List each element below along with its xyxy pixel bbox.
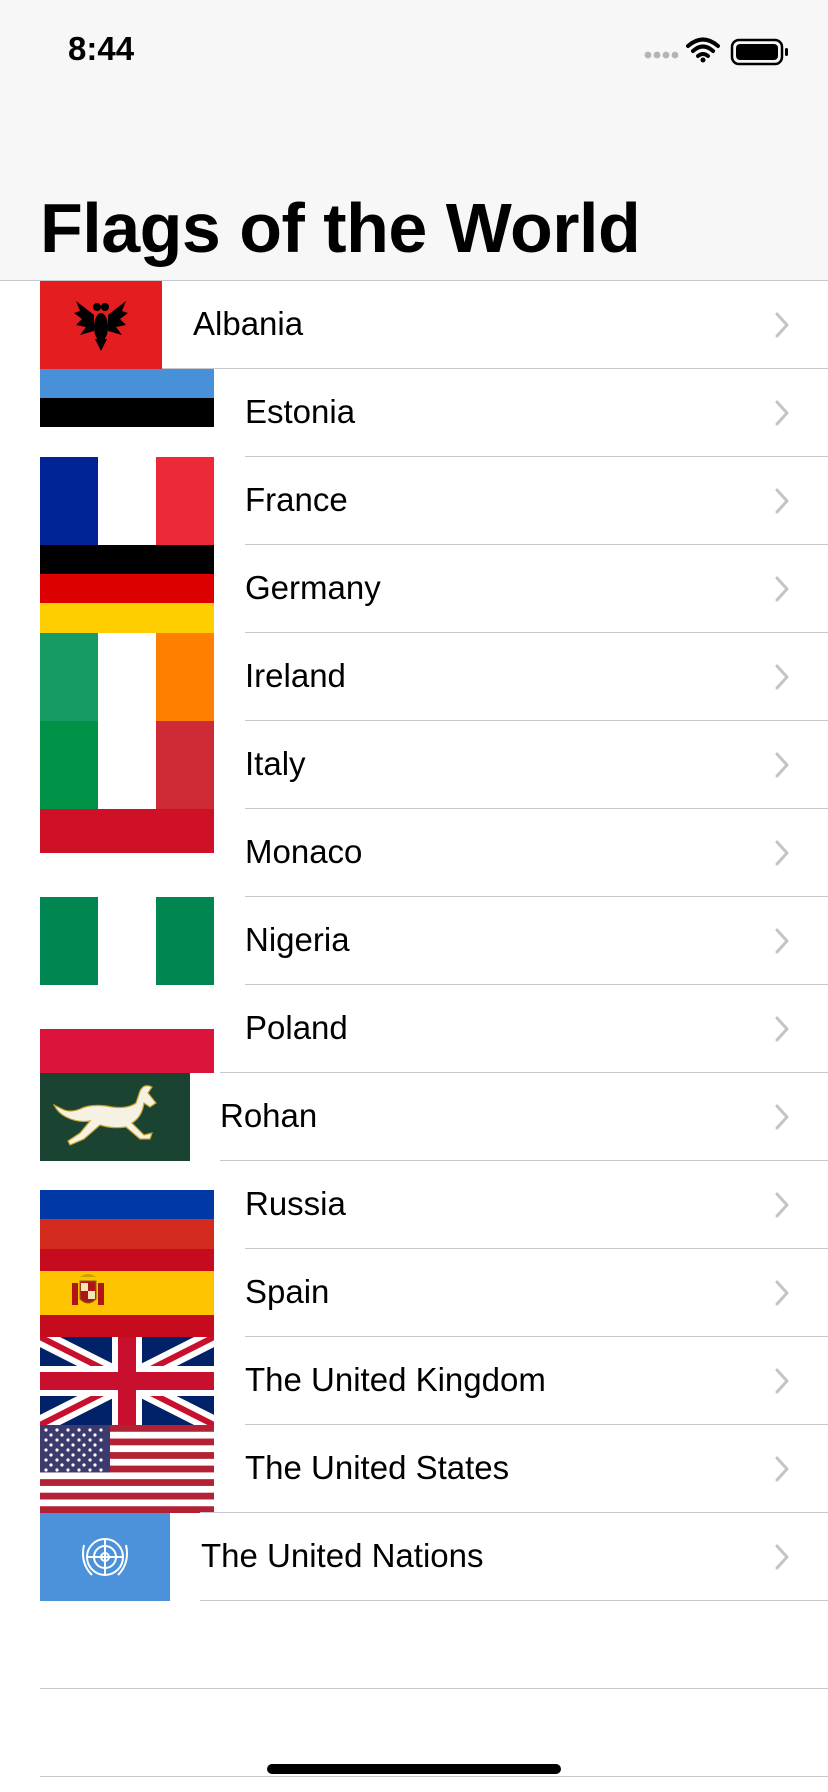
country-name: Italy (245, 745, 306, 782)
albania-flag (40, 281, 162, 369)
country-name: Spain (245, 1273, 330, 1310)
list-item-rohan[interactable]: Rohan (0, 1073, 828, 1161)
chevron-right-icon (775, 1544, 789, 1570)
navigation-bar: 8:44 Flags of the World (0, 0, 828, 281)
country-name: Ireland (245, 657, 346, 694)
list-item-nigeria[interactable]: Nigeria (0, 897, 828, 985)
chevron-right-icon (775, 928, 789, 954)
russia-flag (40, 1161, 214, 1249)
country-name: The United Nations (201, 1537, 484, 1574)
battery-icon (730, 38, 788, 66)
page-title: Flags of the World (40, 189, 641, 267)
empty-row-separator (40, 1688, 828, 1689)
chevron-right-icon (775, 312, 789, 338)
country-name: Russia (245, 1185, 346, 1222)
list-item-estonia[interactable]: Estonia (0, 369, 828, 457)
list-item-france[interactable]: France (0, 457, 828, 545)
list-item-albania[interactable]: Albania (0, 281, 828, 369)
chevron-right-icon (775, 1192, 789, 1218)
monaco-flag (40, 809, 214, 897)
country-name: Estonia (245, 393, 356, 430)
chevron-right-icon (775, 576, 789, 602)
chevron-right-icon (775, 840, 789, 866)
united-nations-flag (40, 1513, 170, 1601)
germany-flag (40, 545, 214, 633)
list-item-poland[interactable]: Poland (0, 985, 828, 1073)
country-name: Poland (245, 1009, 348, 1046)
country-name: France (245, 481, 348, 518)
nigeria-flag (40, 897, 214, 985)
rohan-flag (40, 1073, 190, 1161)
country-name: Rohan (220, 1097, 318, 1134)
row-separator (200, 1600, 828, 1601)
chevron-right-icon (775, 1368, 789, 1394)
country-name: Albania (193, 305, 304, 342)
chevron-right-icon (775, 1016, 789, 1042)
list-item-ireland[interactable]: Ireland (0, 633, 828, 721)
country-name: Monaco (245, 833, 363, 870)
status-icons (644, 37, 788, 66)
list-item-united-states[interactable]: The United States (0, 1425, 828, 1513)
country-name: Nigeria (245, 921, 350, 958)
empty-row-separator (40, 1776, 828, 1777)
list-item-united-nations[interactable]: The United Nations (0, 1513, 828, 1601)
united-kingdom-flag (40, 1337, 214, 1425)
list-item-germany[interactable]: Germany (0, 545, 828, 633)
united-states-flag (40, 1425, 214, 1513)
wifi-icon (686, 37, 720, 63)
chevron-right-icon (775, 1104, 789, 1130)
chevron-right-icon (775, 1280, 789, 1306)
home-indicator[interactable] (267, 1764, 561, 1774)
poland-flag (40, 985, 214, 1073)
country-name: The United States (245, 1449, 510, 1486)
country-name: The United Kingdom (245, 1361, 546, 1398)
chevron-right-icon (775, 664, 789, 690)
status-time: 8:44 (68, 30, 135, 67)
signal-icon (644, 51, 679, 59)
list-item-italy[interactable]: Italy (0, 721, 828, 809)
estonia-flag (40, 369, 214, 457)
ireland-flag (40, 633, 214, 721)
chevron-right-icon (775, 488, 789, 514)
chevron-right-icon (775, 752, 789, 778)
chevron-right-icon (775, 400, 789, 426)
france-flag (40, 457, 214, 545)
country-name: Germany (245, 569, 381, 606)
list-item-united-kingdom[interactable]: The United Kingdom (0, 1337, 828, 1425)
italy-flag (40, 721, 214, 809)
list-item-russia[interactable]: Russia (0, 1161, 828, 1249)
list-item-spain[interactable]: Spain (0, 1249, 828, 1337)
spain-flag (40, 1249, 214, 1337)
list-item-monaco[interactable]: Monaco (0, 809, 828, 897)
chevron-right-icon (775, 1456, 789, 1482)
